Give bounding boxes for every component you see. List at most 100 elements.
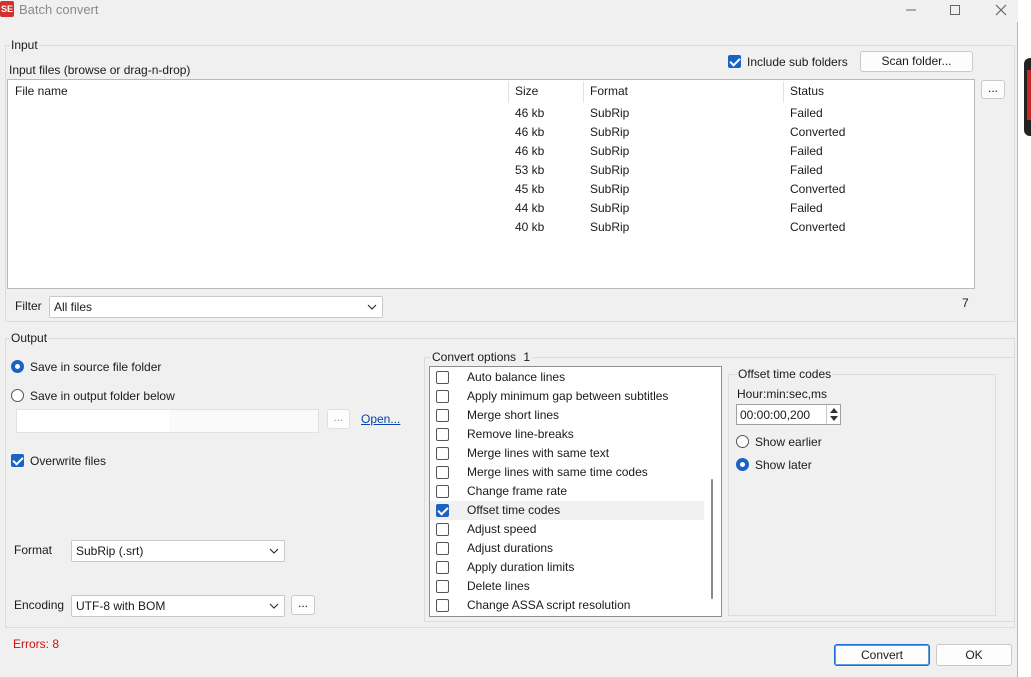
time-offset-input[interactable]: 00:00:00,200: [736, 404, 841, 425]
option-checkbox[interactable]: [436, 580, 449, 593]
input-files-label: Input files (browse or drag-n-drop): [9, 63, 191, 77]
minimize-icon: [906, 9, 916, 11]
list-item[interactable]: Merge short lines: [430, 406, 704, 425]
filter-value: All files: [54, 300, 93, 314]
table-row[interactable]: 46 kb SubRip Converted: [8, 125, 974, 144]
maximize-icon: [950, 5, 960, 15]
spinner-up-icon[interactable]: [830, 407, 838, 413]
cell-status: Converted: [790, 220, 846, 234]
include-sub-folders-checkbox[interactable]: [728, 55, 741, 68]
table-row[interactable]: 44 kb SubRip Failed: [8, 201, 974, 220]
table-row[interactable]: 45 kb SubRip Converted: [8, 182, 974, 201]
column-separator[interactable]: [783, 81, 784, 103]
chevron-down-icon: [367, 297, 377, 323]
option-checkbox[interactable]: [436, 542, 449, 555]
output-folder-input[interactable]: [16, 409, 319, 433]
format-label: Format: [14, 543, 53, 557]
column-header-file-name[interactable]: File name: [15, 84, 68, 98]
list-item[interactable]: Merge lines with same text: [430, 444, 704, 463]
overwrite-files-label[interactable]: Overwrite files: [30, 454, 106, 468]
option-label: Adjust durations: [467, 541, 554, 555]
show-earlier-label[interactable]: Show earlier: [755, 435, 822, 449]
minimize-button[interactable]: [888, 0, 934, 22]
cell-status: Failed: [790, 106, 823, 120]
option-label: Change frame rate: [467, 484, 568, 498]
save-in-source-radio[interactable]: [11, 360, 24, 373]
option-checkbox[interactable]: [436, 409, 449, 422]
table-row[interactable]: 46 kb SubRip Failed: [8, 144, 974, 163]
cell-status: Converted: [790, 182, 846, 196]
list-item[interactable]: Delete lines: [430, 577, 704, 596]
cell-format: SubRip: [590, 125, 630, 139]
output-folder-browse-button[interactable]: ...: [327, 409, 350, 429]
cell-size: 46 kb: [515, 106, 545, 120]
option-checkbox[interactable]: [436, 523, 449, 536]
format-dropdown[interactable]: SubRip (.srt): [71, 540, 285, 562]
table-row[interactable]: 40 kb SubRip Converted: [8, 220, 974, 239]
list-item-selected[interactable]: Offset time codes: [430, 501, 704, 520]
show-earlier-radio[interactable]: [736, 435, 749, 448]
table-row[interactable]: 46 kb SubRip Failed: [8, 106, 974, 125]
browse-files-button[interactable]: ...: [981, 80, 1005, 99]
show-later-radio[interactable]: [736, 458, 749, 471]
list-item[interactable]: Adjust speed: [430, 520, 704, 539]
output-folder-field-bg: [17, 410, 169, 432]
save-in-output-radio[interactable]: [11, 389, 24, 402]
maximize-button[interactable]: [932, 0, 978, 22]
option-checkbox[interactable]: [436, 447, 449, 460]
chevron-down-icon: [269, 596, 279, 622]
list-item[interactable]: Change ASSA script resolution: [430, 596, 704, 615]
save-in-source-label[interactable]: Save in source file folder: [30, 360, 161, 374]
include-sub-folders-label[interactable]: Include sub folders: [747, 55, 848, 69]
filter-dropdown[interactable]: All files: [49, 296, 383, 318]
list-item[interactable]: Apply duration limits: [430, 558, 704, 577]
open-folder-link[interactable]: Open...: [361, 412, 400, 426]
input-files-list[interactable]: File name Size Format Status 46 kb SubRi…: [7, 79, 975, 289]
column-header-status[interactable]: Status: [790, 84, 824, 98]
list-item[interactable]: Remove line-breaks: [430, 425, 704, 444]
cell-size: 45 kb: [515, 182, 545, 196]
column-header-size[interactable]: Size: [515, 84, 538, 98]
option-checkbox[interactable]: [436, 561, 449, 574]
overwrite-files-checkbox[interactable]: [11, 454, 24, 467]
cell-size: 53 kb: [515, 163, 545, 177]
cell-status: Failed: [790, 144, 823, 158]
column-separator[interactable]: [508, 81, 509, 103]
list-item[interactable]: Change frame rate: [430, 482, 704, 501]
encoding-dropdown[interactable]: UTF-8 with BOM: [71, 595, 285, 617]
option-checkbox[interactable]: [436, 599, 449, 612]
scan-folder-button[interactable]: Scan folder...: [860, 51, 973, 72]
option-checkbox[interactable]: [436, 390, 449, 403]
option-checkbox[interactable]: [436, 466, 449, 479]
option-checkbox[interactable]: [436, 371, 449, 384]
input-group-label: Input: [10, 38, 39, 52]
background-logo-accent: [1027, 70, 1031, 120]
show-later-label[interactable]: Show later: [755, 458, 812, 472]
convert-options-title: Convert options: [432, 350, 517, 364]
cell-size: 46 kb: [515, 144, 545, 158]
options-scrollbar[interactable]: [711, 479, 713, 599]
close-button[interactable]: [978, 0, 1024, 22]
option-label: Merge lines with same text: [467, 446, 610, 460]
option-checkbox[interactable]: [436, 428, 449, 441]
encoding-browse-button[interactable]: ...: [291, 595, 315, 615]
option-checkbox[interactable]: [436, 504, 449, 517]
list-item[interactable]: Apply minimum gap between subtitles: [430, 387, 704, 406]
output-group-label: Output: [10, 331, 49, 345]
option-checkbox[interactable]: [436, 485, 449, 498]
list-item[interactable]: Auto balance lines: [430, 368, 704, 387]
convert-options-list[interactable]: Auto balance lines Apply minimum gap bet…: [429, 366, 722, 617]
cell-size: 46 kb: [515, 125, 545, 139]
cell-format: SubRip: [590, 144, 630, 158]
save-in-output-label[interactable]: Save in output folder below: [30, 389, 175, 403]
spinner-down-icon[interactable]: [830, 416, 838, 422]
list-item[interactable]: Adjust durations: [430, 539, 704, 558]
convert-button[interactable]: Convert: [834, 644, 930, 666]
time-format-label: Hour:min:sec,ms: [737, 387, 828, 401]
table-row[interactable]: 53 kb SubRip Failed: [8, 163, 974, 182]
time-offset-spinner[interactable]: [826, 405, 840, 424]
column-header-format[interactable]: Format: [590, 84, 628, 98]
ok-button[interactable]: OK: [936, 644, 1012, 666]
column-separator[interactable]: [583, 81, 584, 103]
list-item[interactable]: Merge lines with same time codes: [430, 463, 704, 482]
